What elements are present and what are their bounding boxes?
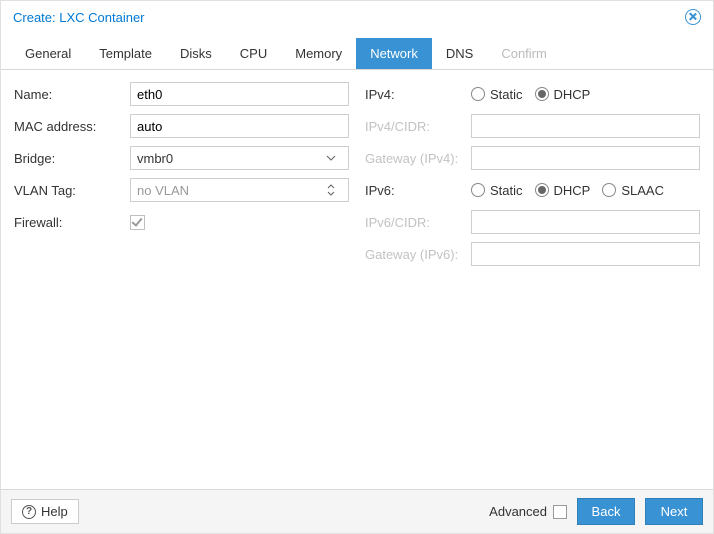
help-button[interactable]: ? Help <box>11 499 79 524</box>
advanced-checkbox[interactable] <box>553 505 567 519</box>
name-input[interactable] <box>130 82 349 106</box>
vlan-spinner[interactable]: no VLAN <box>130 178 349 202</box>
ipv6-radio-group: Static DHCP SLAAC <box>471 183 700 198</box>
tab-cpu[interactable]: CPU <box>226 38 281 69</box>
close-icon[interactable] <box>685 9 701 25</box>
mac-input[interactable] <box>130 114 349 138</box>
ipv4-dhcp-radio[interactable]: DHCP <box>535 87 591 102</box>
name-label: Name: <box>14 87 130 102</box>
tab-disks[interactable]: Disks <box>166 38 226 69</box>
help-label: Help <box>41 504 68 519</box>
ipv6-slaac-radio[interactable]: SLAAC <box>602 183 664 198</box>
dialog-header: Create: LXC Container <box>1 1 713 32</box>
ipv6-static-radio[interactable]: Static <box>471 183 523 198</box>
gw4-input <box>471 146 700 170</box>
left-column: Name: MAC address: Bridge: vmbr0 VLAN Ta… <box>14 82 349 477</box>
tab-network[interactable]: Network <box>356 38 432 69</box>
next-button[interactable]: Next <box>645 498 703 525</box>
vlan-value: no VLAN <box>137 183 326 198</box>
tab-general[interactable]: General <box>11 38 85 69</box>
dialog-footer: ? Help Advanced Back Next <box>1 489 713 533</box>
tab-template[interactable]: Template <box>85 38 166 69</box>
vlan-label: VLAN Tag: <box>14 183 130 198</box>
firewall-checkbox[interactable] <box>130 215 145 230</box>
dialog-title: Create: LXC Container <box>13 10 145 25</box>
ipv4-label: IPv4: <box>365 87 471 102</box>
wizard-tabs: General Template Disks CPU Memory Networ… <box>1 32 713 70</box>
ipv6-label: IPv6: <box>365 183 471 198</box>
spinner-icon <box>326 183 342 197</box>
bridge-value: vmbr0 <box>137 151 326 166</box>
bridge-select[interactable]: vmbr0 <box>130 146 349 170</box>
footer-right: Advanced Back Next <box>489 498 703 525</box>
ipv4cidr-input <box>471 114 700 138</box>
ipv4cidr-label: IPv4/CIDR: <box>365 119 471 134</box>
gw6-label: Gateway (IPv6): <box>365 247 471 262</box>
mac-label: MAC address: <box>14 119 130 134</box>
tab-confirm: Confirm <box>487 38 561 69</box>
gw4-label: Gateway (IPv4): <box>365 151 471 166</box>
advanced-toggle[interactable]: Advanced <box>489 504 567 519</box>
ipv6-dhcp-radio[interactable]: DHCP <box>535 183 591 198</box>
ipv4-static-radio[interactable]: Static <box>471 87 523 102</box>
bridge-label: Bridge: <box>14 151 130 166</box>
ipv4-radio-group: Static DHCP <box>471 87 700 102</box>
ipv6cidr-input <box>471 210 700 234</box>
firewall-label: Firewall: <box>14 215 130 230</box>
gw6-input <box>471 242 700 266</box>
advanced-label: Advanced <box>489 504 547 519</box>
back-button[interactable]: Back <box>577 498 635 525</box>
help-icon: ? <box>22 505 36 519</box>
ipv6cidr-label: IPv6/CIDR: <box>365 215 471 230</box>
chevron-down-icon <box>326 155 342 161</box>
tab-memory[interactable]: Memory <box>281 38 356 69</box>
tab-dns[interactable]: DNS <box>432 38 487 69</box>
form-panel: Name: MAC address: Bridge: vmbr0 VLAN Ta… <box>1 70 713 489</box>
right-column: IPv4: Static DHCP IPv4/CIDR: Gateway (IP… <box>365 82 700 477</box>
